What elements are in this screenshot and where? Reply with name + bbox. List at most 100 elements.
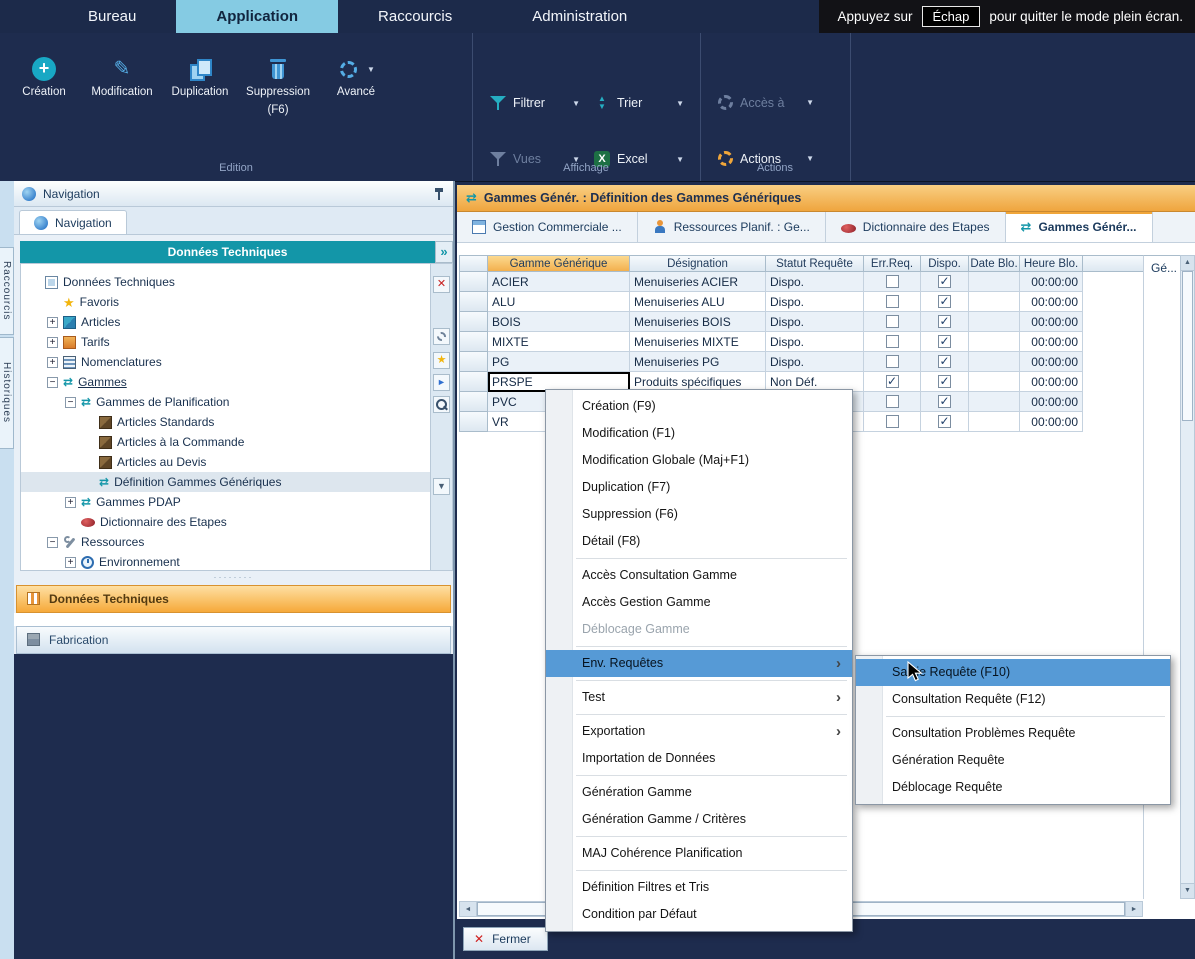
chevron-down-icon[interactable]: ▼	[572, 99, 580, 108]
duplication-button[interactable]: Duplication	[166, 57, 234, 99]
checkbox-icon[interactable]	[938, 415, 951, 428]
scroll-up-button[interactable]: ▲	[1181, 256, 1194, 271]
cell-designation[interactable]: Menuiseries BOIS	[630, 312, 766, 332]
search-button[interactable]	[433, 396, 450, 413]
cell-gamme[interactable]: PG	[488, 352, 630, 372]
column-header-heure-blo[interactable]: Heure Blo.	[1020, 255, 1083, 272]
row-selector[interactable]	[459, 412, 488, 432]
cell-heure-blo[interactable]: 00:00:00	[1020, 292, 1083, 312]
checkbox-icon[interactable]	[886, 315, 899, 328]
acces-a-button[interactable]: Accès à ▼	[718, 95, 828, 110]
checkbox-icon[interactable]	[938, 295, 951, 308]
cell-date-blo[interactable]	[969, 412, 1020, 432]
modification-button[interactable]: ✎ Modification	[88, 57, 156, 99]
checkbox-icon[interactable]	[938, 275, 951, 288]
expand-icon[interactable]	[47, 357, 58, 368]
cell-heure-blo[interactable]: 00:00:00	[1020, 272, 1083, 292]
row-selector[interactable]	[459, 372, 488, 392]
cell-gamme[interactable]: MIXTE	[488, 332, 630, 352]
table-row[interactable]: ACIER Menuiseries ACIER Dispo. 00:00:00	[459, 272, 1143, 292]
menu-item-exportation[interactable]: Exportation›	[546, 718, 852, 745]
creation-button[interactable]: Création	[10, 57, 78, 99]
avance-button[interactable]: ▼ Avancé	[322, 57, 390, 99]
cell-date-blo[interactable]	[969, 352, 1020, 372]
cell-gamme[interactable]: ALU	[488, 292, 630, 312]
checkbox-icon[interactable]	[938, 375, 951, 388]
checkbox-icon[interactable]	[886, 395, 899, 408]
menu-item-condition-par-defaut[interactable]: Condition par Défaut	[546, 901, 852, 928]
scroll-right-button[interactable]: ►	[1125, 902, 1142, 916]
expand-icon[interactable]	[47, 317, 58, 328]
table-row[interactable]: MIXTE Menuiseries MIXTE Dispo. 00:00:00	[459, 332, 1143, 352]
cell-err-req[interactable]	[864, 312, 921, 332]
cell-err-req[interactable]	[864, 272, 921, 292]
column-header-err-req[interactable]: Err.Req.	[864, 255, 921, 272]
tree-item-ressources[interactable]: Ressources	[21, 532, 431, 552]
cell-dispo[interactable]	[921, 352, 969, 372]
v-scroll-thumb[interactable]	[1182, 271, 1193, 421]
cell-dispo[interactable]	[921, 312, 969, 332]
chevron-down-icon[interactable]: ▼	[367, 65, 375, 74]
cell-dispo[interactable]	[921, 392, 969, 412]
checkbox-icon[interactable]	[938, 355, 951, 368]
pin-icon[interactable]	[433, 187, 445, 201]
tab-dictionnaire-etapes[interactable]: Dictionnaire des Etapes	[826, 212, 1006, 242]
tree-item-tarifs[interactable]: Tarifs	[21, 332, 431, 352]
row-selector[interactable]	[459, 292, 488, 312]
dock-tab-historiques[interactable]: Historiques	[0, 337, 14, 449]
tree-item-articles-a-la-commande[interactable]: Articles à la Commande	[21, 432, 431, 452]
row-selector[interactable]	[459, 272, 488, 292]
tree-item-nomenclatures[interactable]: Nomenclatures	[21, 352, 431, 372]
cell-heure-blo[interactable]: 00:00:00	[1020, 372, 1083, 392]
chevron-down-icon[interactable]: ▼	[806, 98, 814, 107]
menu-item-suppression[interactable]: Suppression (F6)	[546, 501, 852, 528]
cell-statut[interactable]: Dispo.	[766, 332, 864, 352]
submenu-item-consultation-problemes-requete[interactable]: Consultation Problèmes Requête	[856, 720, 1170, 747]
cell-err-req[interactable]	[864, 412, 921, 432]
collapse-panel-button[interactable]: »	[435, 241, 453, 263]
pointer-button[interactable]: ►	[433, 374, 450, 391]
menu-item-detail[interactable]: Détail (F8)	[546, 528, 852, 555]
cancel-button[interactable]: ✕	[433, 276, 450, 293]
menu-item-env-requetes[interactable]: Env. Requêtes›	[546, 650, 852, 677]
tree-item-donnees-techniques[interactable]: Données Techniques	[21, 272, 431, 292]
tree-item-articles-standards[interactable]: Articles Standards	[21, 412, 431, 432]
column-header-designation[interactable]: Désignation	[630, 255, 766, 272]
submenu-item-deblocage-requete[interactable]: Déblocage Requête	[856, 774, 1170, 801]
cell-dispo[interactable]	[921, 412, 969, 432]
column-header-dispo[interactable]: Dispo.	[921, 255, 969, 272]
tree-item-gammes[interactable]: ⇄Gammes	[21, 372, 431, 392]
cell-date-blo[interactable]	[969, 392, 1020, 412]
submenu-item-generation-requete[interactable]: Génération Requête	[856, 747, 1170, 774]
cell-err-req[interactable]	[864, 372, 921, 392]
cell-heure-blo[interactable]: 00:00:00	[1020, 392, 1083, 412]
tab-raccourcis[interactable]: Raccourcis	[338, 0, 492, 33]
menu-item-maj-coherence-planification[interactable]: MAJ Cohérence Planification	[546, 840, 852, 867]
sort-button[interactable]: ▼	[433, 478, 450, 495]
row-selector[interactable]	[459, 312, 488, 332]
tab-ressources-planif[interactable]: Ressources Planif. : Ge...	[638, 212, 826, 242]
collapse-icon[interactable]	[47, 377, 58, 388]
tab-application[interactable]: Application	[176, 0, 338, 33]
tab-gestion-commerciale[interactable]: Gestion Commerciale ...	[457, 212, 638, 242]
cell-statut[interactable]: Dispo.	[766, 292, 864, 312]
cell-heure-blo[interactable]: 00:00:00	[1020, 332, 1083, 352]
cell-gamme[interactable]: ACIER	[488, 272, 630, 292]
cell-statut[interactable]: Dispo.	[766, 352, 864, 372]
menu-item-creation[interactable]: Création (F9)	[546, 393, 852, 420]
tree-item-articles[interactable]: Articles	[21, 312, 431, 332]
expand-icon[interactable]	[47, 337, 58, 348]
row-selector[interactable]	[459, 332, 488, 352]
row-selector[interactable]	[459, 392, 488, 412]
fermer-button[interactable]: ✕ Fermer	[463, 927, 548, 951]
cell-designation[interactable]: Menuiseries ALU	[630, 292, 766, 312]
cell-err-req[interactable]	[864, 292, 921, 312]
menu-item-acces-gestion-gamme[interactable]: Accès Gestion Gamme	[546, 589, 852, 616]
table-row[interactable]: ALU Menuiseries ALU Dispo. 00:00:00	[459, 292, 1143, 312]
options-button[interactable]	[433, 328, 450, 345]
menu-item-importation-donnees[interactable]: Importation de Données	[546, 745, 852, 772]
tree-item-dictionnaire-des-etapes[interactable]: Dictionnaire des Etapes	[21, 512, 431, 532]
tree-item-environnement[interactable]: Environnement	[21, 552, 431, 571]
cell-err-req[interactable]	[864, 392, 921, 412]
cell-designation[interactable]: Menuiseries ACIER	[630, 272, 766, 292]
